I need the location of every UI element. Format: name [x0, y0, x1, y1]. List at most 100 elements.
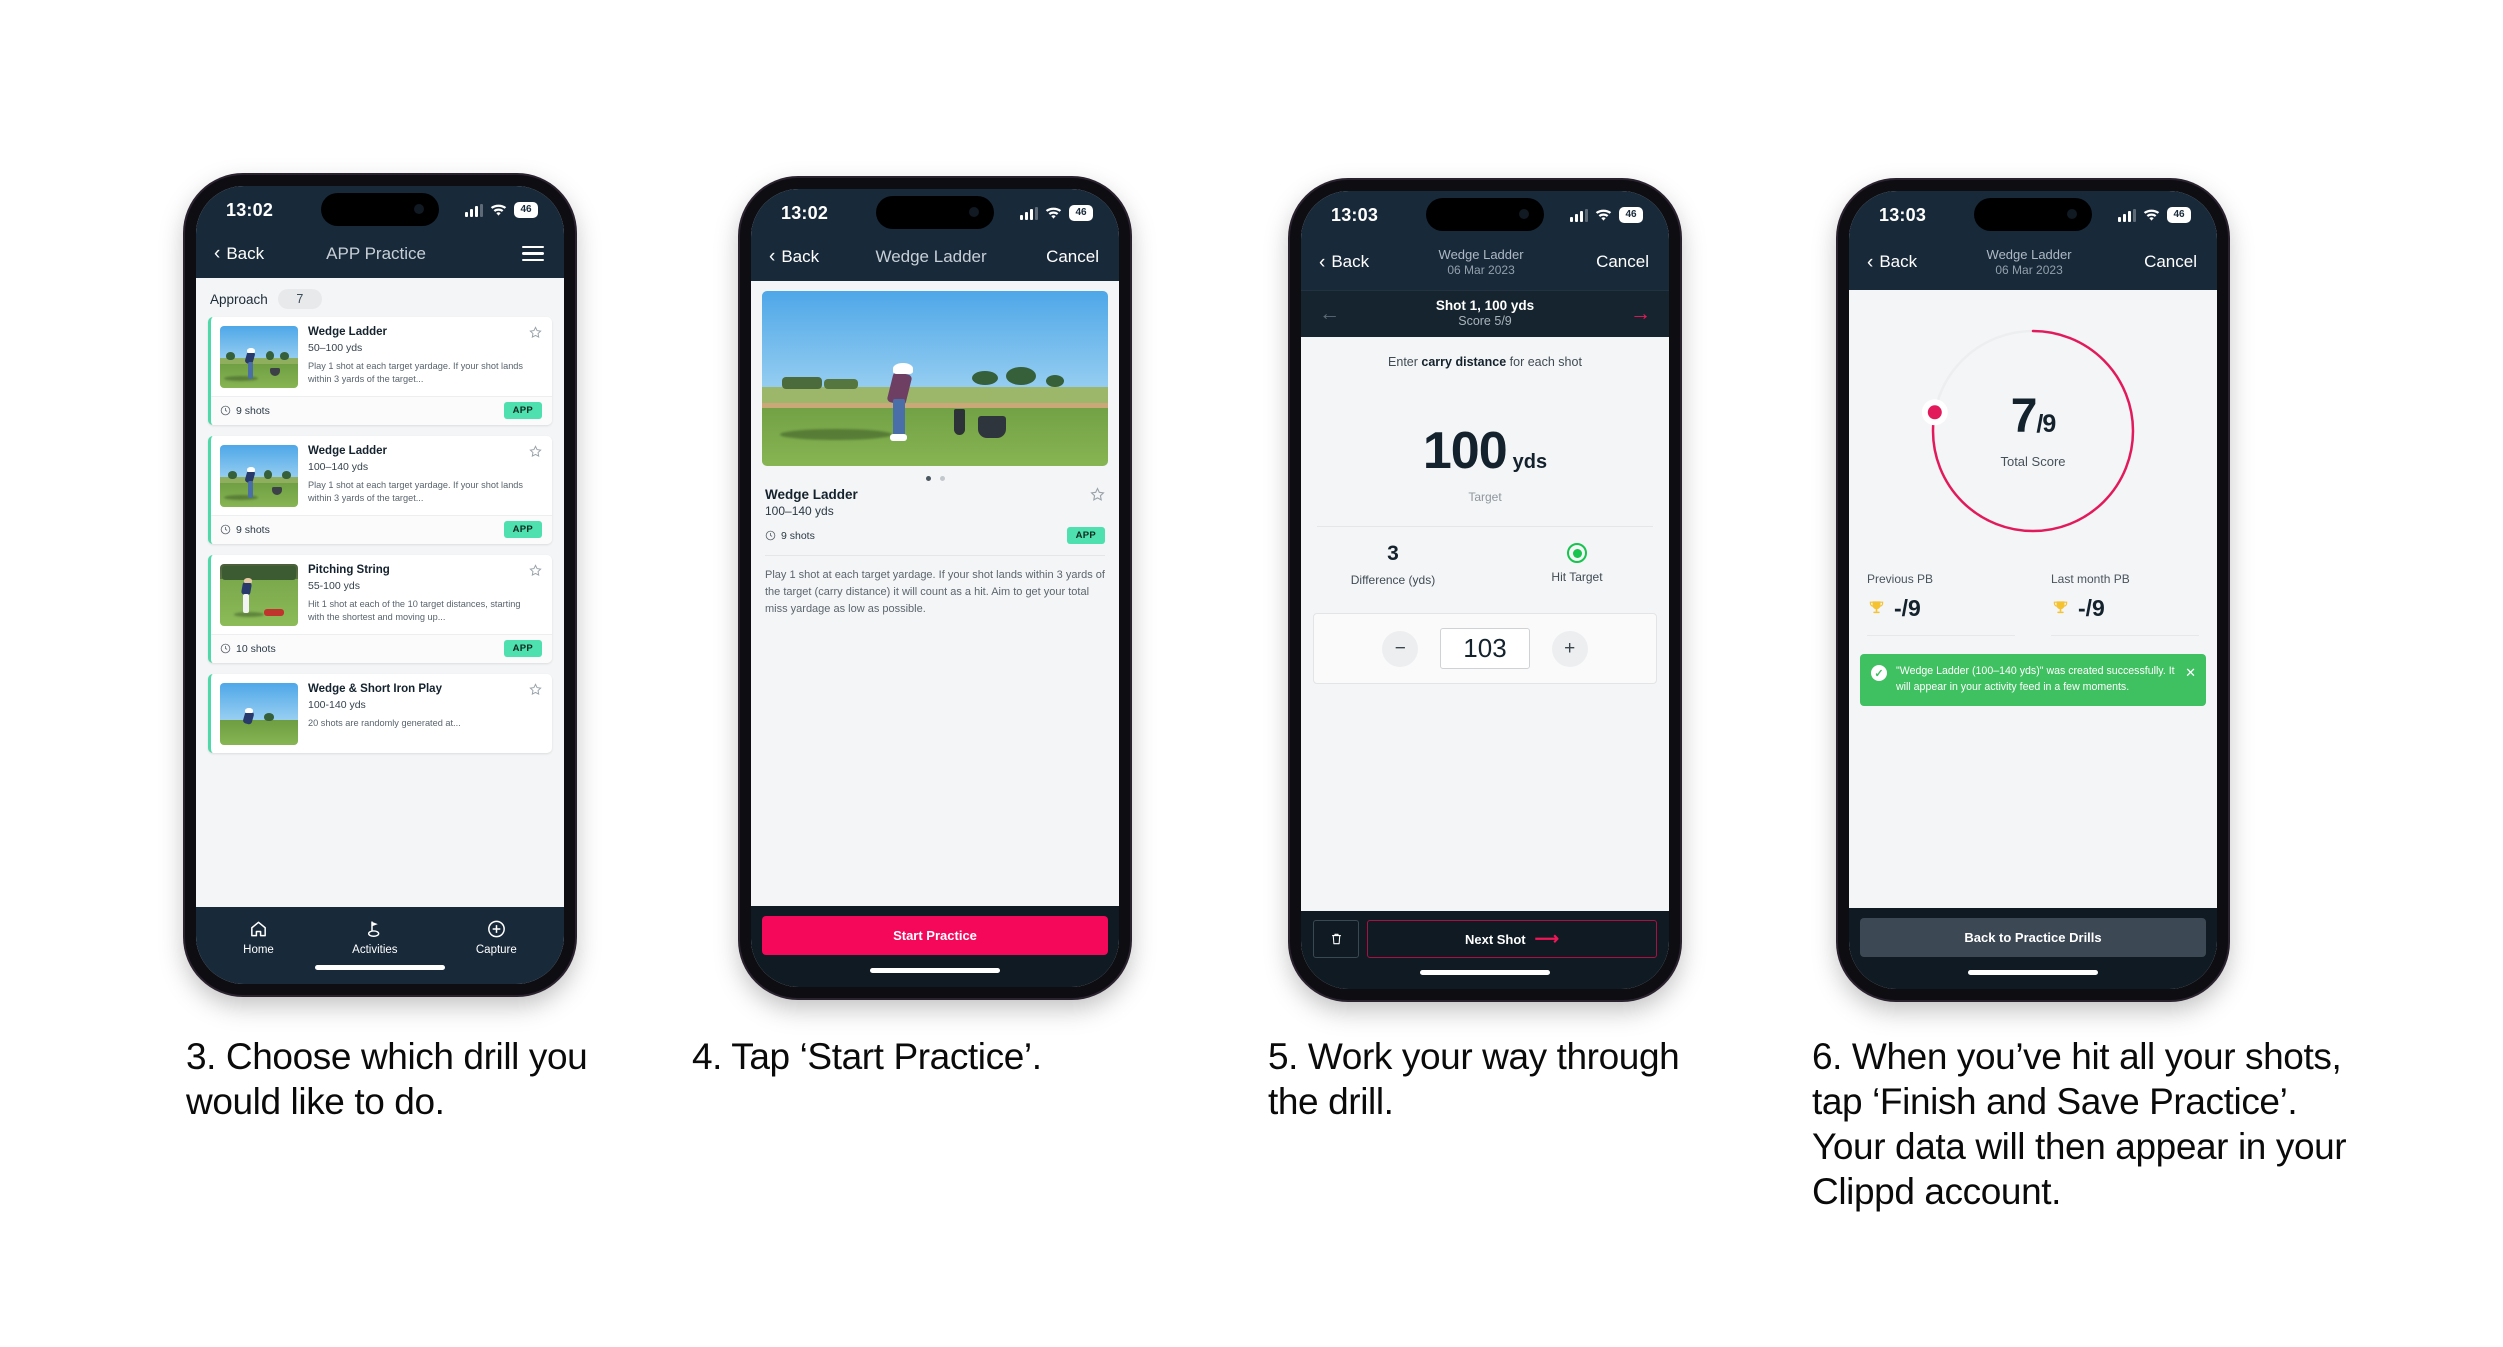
increment-button[interactable]: + — [1551, 630, 1588, 667]
dynamic-island — [1426, 198, 1544, 231]
back-button[interactable]: ‹ Back — [1319, 252, 1369, 272]
hit-target-label: Hit Target — [1551, 570, 1603, 585]
phone-drill-list: 13:02 46 ‹ Back APP Practice Approach 7 … — [185, 175, 575, 995]
drill-card[interactable]: Wedge Ladder 50–100 yds Play 1 shot at e… — [208, 317, 552, 425]
drill-category-badge: APP — [503, 521, 542, 538]
carousel-dots[interactable] — [762, 466, 1108, 485]
status-bar: 13:02 46 — [751, 189, 1119, 237]
back-button[interactable]: ‹ Back — [214, 244, 264, 264]
entry-hint-post: for each shot — [1506, 355, 1582, 370]
battery-icon: 46 — [2167, 207, 2191, 223]
nav-bar: ‹ Back APP Practice — [196, 234, 564, 278]
drill-shots-label: 9 shots — [236, 523, 270, 536]
previous-pb-value: -/9 — [1894, 595, 1921, 622]
status-time: 13:02 — [226, 199, 274, 220]
phone-drill-detail: 13:02 46 ‹ Back Wedge Ladder Cancel Wedg… — [740, 178, 1130, 998]
entry-hint-pre: Enter — [1388, 355, 1422, 370]
drill-range: 100–140 yds — [765, 504, 834, 518]
cellular-signal-icon — [1570, 208, 1588, 222]
trophy-icon — [2053, 601, 2068, 614]
back-to-practice-drills-button[interactable]: Back to Practice Drills — [1860, 918, 2206, 957]
filter-label: Approach — [210, 291, 268, 307]
drill-description: 20 shots are randomly generated at... — [308, 717, 461, 728]
caption-step-5: 5. Work your way through the drill. — [1268, 1036, 1680, 1123]
shot-entry-footer: Next Shot ⟶ — [1301, 911, 1669, 967]
favourite-star-icon[interactable] — [529, 445, 542, 458]
status-bar: 13:03 46 — [1849, 191, 2217, 239]
caption-step-3: 3. Choose which drill you would like to … — [186, 1036, 588, 1123]
drill-range: 100-140 yds — [308, 698, 366, 711]
drill-category-badge: APP — [503, 402, 542, 419]
drill-card-top: Wedge & Short Iron Play 100-140 yds 20 s… — [211, 674, 552, 753]
drill-card-top: Wedge Ladder 50–100 yds Play 1 shot at e… — [211, 317, 552, 396]
nav-bar: ‹ Back Wedge Ladder Cancel — [751, 237, 1119, 281]
caption-step-4: 4. Tap ‘Start Practice’. — [692, 1036, 1042, 1077]
home-indicator — [1849, 967, 2217, 989]
hero-carousel[interactable] — [751, 281, 1119, 485]
cancel-button[interactable]: Cancel — [1043, 247, 1099, 267]
nav-bar: ‹ Back Wedge Ladder 06 Mar 2023 Cancel — [1301, 239, 1669, 291]
drill-card-body: Pitching String 55-100 yds Hit 1 shot at… — [308, 564, 542, 626]
target-readout: 100 yds Target — [1301, 369, 1669, 504]
total-score-caption: Total Score — [2000, 454, 2066, 470]
delete-shot-button[interactable] — [1313, 920, 1359, 958]
favourite-star-icon[interactable] — [1090, 487, 1105, 502]
tab-capture-label: Capture — [475, 944, 517, 956]
decrement-button[interactable]: − — [1382, 630, 1419, 667]
chevron-left-icon: ‹ — [1867, 251, 1874, 273]
drill-card[interactable]: Wedge Ladder 100–140 yds Play 1 shot at … — [208, 436, 552, 544]
tab-home[interactable]: Home — [243, 919, 274, 956]
filter-count-badge[interactable]: 7 — [277, 289, 322, 309]
favourite-star-icon[interactable] — [529, 683, 542, 696]
tab-capture[interactable]: Capture — [476, 919, 517, 956]
status-time: 13:03 — [1879, 204, 1927, 225]
close-icon[interactable]: ✕ — [2185, 666, 2196, 679]
drill-meta: 9 shots APP — [765, 527, 1105, 544]
carry-distance-input[interactable]: 103 — [1440, 628, 1530, 670]
next-shot-arrow-icon[interactable]: → — [1630, 303, 1651, 324]
back-button[interactable]: ‹ Back — [1867, 252, 1917, 272]
drill-list-content: Approach 7 Wedge Ladder 50–100 yds Play … — [196, 278, 564, 907]
drill-card-body: Wedge Ladder 100–140 yds Play 1 shot at … — [308, 445, 542, 507]
back-button[interactable]: ‹ Back — [769, 247, 819, 267]
drill-category-badge: APP — [503, 640, 542, 657]
toast-message: "Wedge Ladder (100–140 yds)" was created… — [1896, 665, 2175, 693]
previous-pb-label: Previous PB — [1867, 572, 1934, 587]
chevron-left-icon: ‹ — [1319, 251, 1326, 273]
phone-summary: 13:03 46 ‹ Back Wedge Ladder 06 Mar 2023… — [1838, 180, 2228, 1000]
dynamic-island — [1974, 198, 2092, 231]
drill-card-footer: 9 shots APP — [211, 396, 552, 425]
cancel-button[interactable]: Cancel — [2141, 252, 2197, 272]
back-label: Back — [781, 246, 820, 266]
next-shot-button[interactable]: Next Shot ⟶ — [1367, 920, 1657, 958]
drill-thumbnail — [220, 326, 298, 388]
previous-pb-value-row: -/9 — [1867, 595, 2015, 637]
cancel-button[interactable]: Cancel — [1593, 252, 1649, 272]
drill-card[interactable]: Wedge & Short Iron Play 100-140 yds 20 s… — [208, 674, 552, 753]
drill-title: Wedge & Short Iron Play — [308, 683, 442, 695]
favourite-star-icon[interactable] — [529, 564, 542, 577]
favourite-star-icon[interactable] — [529, 326, 542, 339]
shot-info: Shot 1, 100 yds Score 5/9 — [1340, 298, 1630, 328]
caption-step-6: 6. When you’ve hit all your shots, tap ‘… — [1812, 1036, 2347, 1213]
start-practice-button[interactable]: Start Practice — [762, 916, 1108, 955]
tab-bar: Home Activities Capture — [196, 907, 564, 962]
total-score-value: 7/9 — [2011, 393, 2057, 441]
shot-entry-content: Enter carry distance for each shot 100 yd… — [1301, 337, 1669, 911]
previous-shot-arrow-icon[interactable]: ← — [1319, 303, 1340, 324]
drill-title: Pitching String — [308, 564, 390, 576]
difference-stat: 3 Difference (yds) — [1301, 542, 1485, 587]
battery-icon: 46 — [1069, 205, 1093, 221]
tab-activities[interactable]: Activities — [352, 919, 398, 956]
menu-button[interactable] — [488, 245, 544, 262]
previous-pb: Previous PB -/9 — [1849, 572, 2033, 637]
status-icons: 46 — [465, 202, 538, 218]
trophy-icon — [1869, 601, 1884, 614]
drill-range: 100–140 yds — [308, 460, 369, 473]
clock-icon — [220, 405, 231, 416]
drill-detail-header: Wedge Ladder 100–140 yds 9 shots APP — [751, 485, 1119, 544]
drill-card[interactable]: Pitching String 55-100 yds Hit 1 shot at… — [208, 555, 552, 663]
clock-icon — [220, 643, 231, 654]
screen: 13:03 46 ‹ Back Wedge Ladder 06 Mar 2023… — [1301, 191, 1669, 989]
personal-best-row: Previous PB -/9 Last month PB -/9 — [1849, 542, 2217, 637]
